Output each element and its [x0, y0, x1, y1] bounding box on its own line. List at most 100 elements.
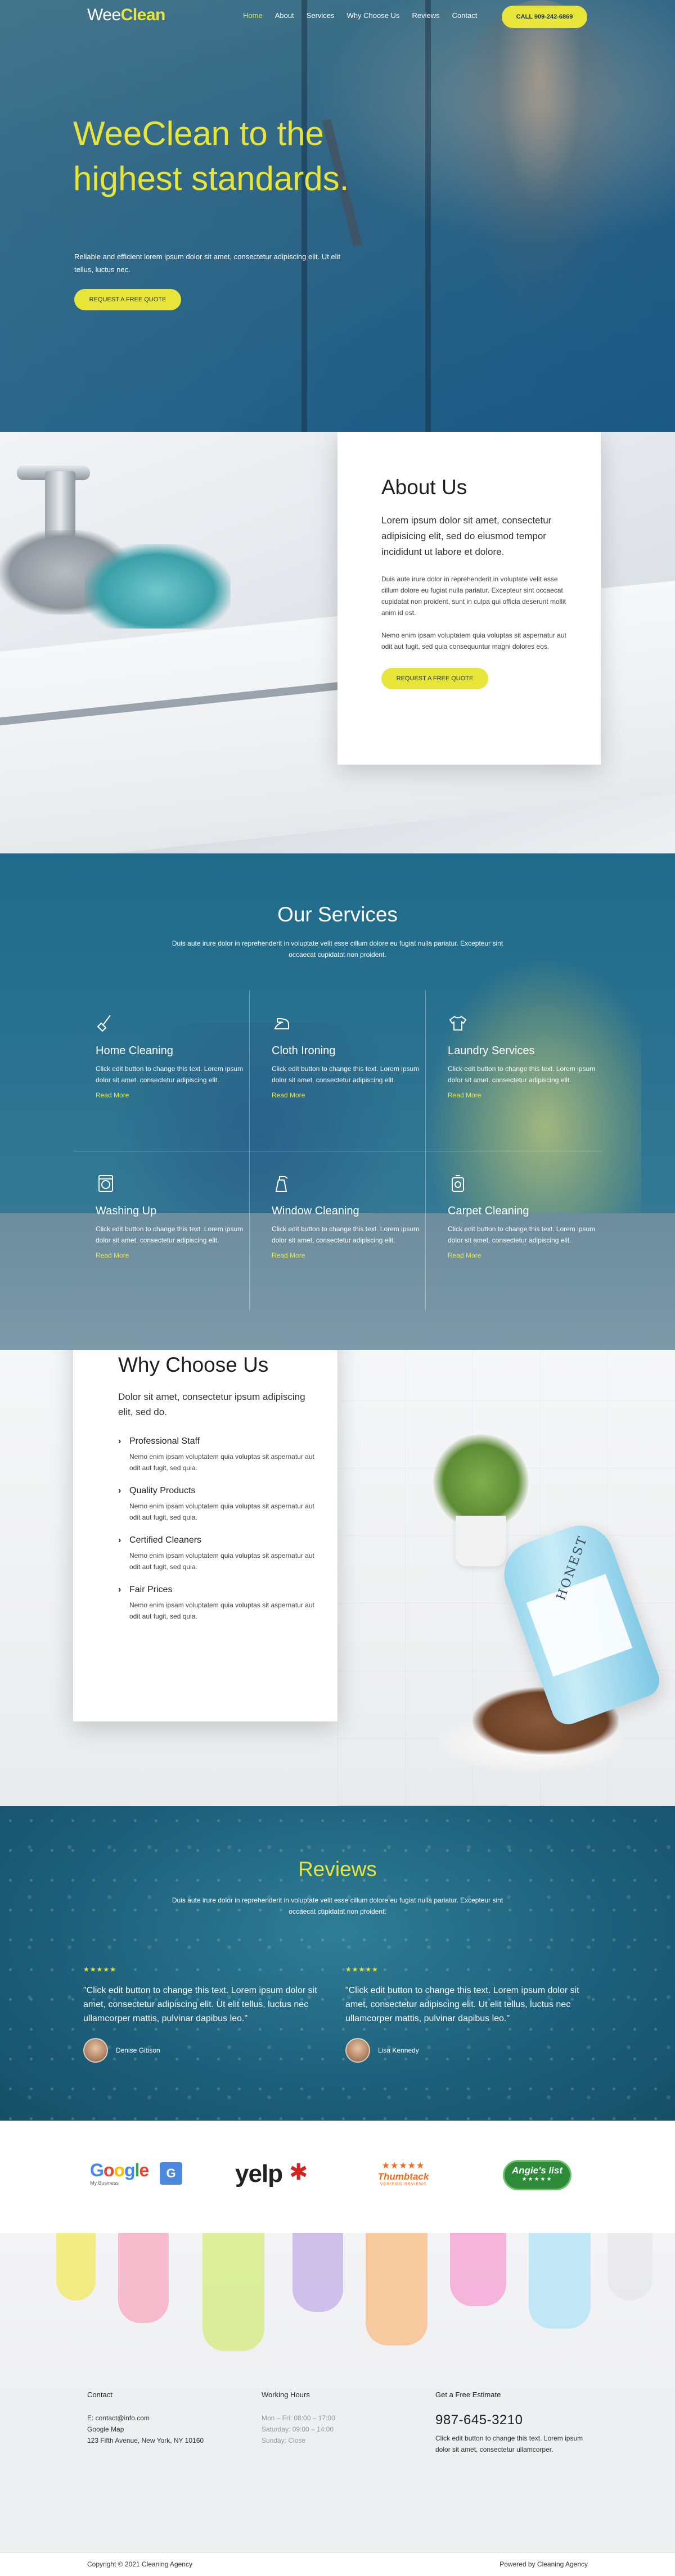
copyright: Copyright © 2021 Cleaning Agency	[87, 2560, 192, 2568]
nav-about[interactable]: About	[275, 11, 294, 20]
email-link[interactable]: E: contact@info.com	[87, 2412, 204, 2424]
why-item-title: Quality Products	[129, 1486, 196, 1495]
chevron-right-icon: ›	[118, 1436, 122, 1446]
why-item-title: Fair Prices	[129, 1585, 173, 1594]
hero-subtitle: Reliable and efficient lorem ipsum dolor…	[74, 252, 341, 274]
avatar	[345, 2038, 370, 2063]
logo-part: Wee	[87, 6, 121, 24]
star-rating: ★★★★★	[521, 2176, 553, 2182]
about-quote-button[interactable]: REQUEST A FREE QUOTE	[381, 668, 488, 689]
read-more-link[interactable]: Read More	[448, 1091, 481, 1099]
service-card: Laundry Services Click edit button to ch…	[448, 1013, 605, 1100]
service-text: Click edit button to change this text. L…	[96, 1065, 244, 1084]
hero-person-image	[439, 0, 641, 377]
why-item-text: Nemo enim ipsam voluptatem quia voluptas…	[129, 1552, 314, 1571]
google-letter: e	[139, 2160, 149, 2180]
reviews-subtitle: Duis aute irure dolor in reprehenderit i…	[172, 1896, 503, 1915]
footer-heading: Get a Free Estimate	[435, 2390, 501, 2399]
bottle-image	[292, 2233, 343, 2312]
read-more-link[interactable]: Read More	[448, 1251, 481, 1259]
service-title: Carpet Cleaning	[448, 1205, 529, 1217]
thumbtack-verified: VERIFIED REVIEWS	[380, 2182, 427, 2186]
why-item-text: Nemo enim ipsam voluptatem quia voluptas…	[129, 1601, 314, 1620]
powered-by: Powered by Cleaning Agency	[500, 2560, 588, 2568]
why-item: › Fair Prices Nemo enim ipsam voluptatem …	[118, 1585, 315, 1622]
why-item-title: Certified Cleaners	[129, 1535, 202, 1545]
star-rating: ★★★★★	[381, 2161, 425, 2171]
logo[interactable]: WeeClean	[87, 6, 165, 25]
phone-link[interactable]: 987-645-3210	[435, 2412, 593, 2428]
google-my-business-icon: G	[160, 2162, 182, 2185]
top-nav: WeeClean Home About Services Why Choose …	[0, 0, 675, 35]
hero-section: WeeClean Home About Services Why Choose …	[0, 0, 675, 432]
why-section: HONEST Why Choose Us Dolor sit amet, con…	[0, 1350, 675, 1806]
why-item: › Quality Products Nemo enim ipsam volupt…	[118, 1486, 315, 1523]
read-more-link[interactable]: Read More	[96, 1091, 129, 1099]
review-text: "Click edit button to change this text. …	[345, 1986, 579, 2023]
service-title: Washing Up	[96, 1205, 157, 1217]
chevron-right-icon: ›	[118, 1486, 122, 1495]
service-text: Click edit button to change this text. L…	[448, 1065, 596, 1084]
washer-icon	[98, 1175, 113, 1192]
bottle-image	[529, 2233, 591, 2329]
logo-part: Clean	[120, 6, 166, 24]
about-section: About Us Lorem ipsum dolor sit amet, con…	[0, 432, 675, 853]
angies-list-logo: Angie's list	[511, 2165, 562, 2176]
google-letter: G	[90, 2160, 104, 2180]
why-title: Why Choose Us	[118, 1353, 269, 1376]
review-card: ★★★★★ "Click edit button to change this …	[83, 1965, 320, 2063]
read-more-link[interactable]: Read More	[272, 1251, 305, 1259]
nav-services[interactable]: Services	[307, 11, 335, 20]
read-more-link[interactable]: Read More	[272, 1091, 305, 1099]
address: 123 Fifth Avenue, New York, NY 10160	[87, 2437, 204, 2444]
call-button[interactable]: CALL 909-242-6869	[502, 6, 587, 28]
bottle-image	[608, 2233, 652, 2301]
reviews-section: Reviews Duis aute irure dolor in reprehe…	[0, 1806, 675, 2121]
google-letter: o	[114, 2160, 125, 2180]
chevron-right-icon: ›	[118, 1585, 122, 1594]
services-subtitle: Duis aute irure dolor in reprehenderit i…	[172, 939, 503, 959]
hours-line: Mon – Fri: 08:00 – 17:00	[262, 2414, 335, 2422]
service-card: Washing Up Click edit button to change t…	[96, 1173, 253, 1260]
thumbtack-badge[interactable]: ★★★★★ Thumbtack VERIFIED REVIEWS	[372, 2160, 434, 2199]
why-item-title: Professional Staff	[129, 1436, 200, 1446]
google-badge-subtitle: My Business	[90, 2180, 119, 2186]
google-my-business-badge[interactable]: Google My Business G	[90, 2160, 191, 2199]
bottle-image	[56, 2233, 96, 2301]
why-item-text: Nemo enim ipsam voluptatem quia voluptas…	[129, 1453, 314, 1472]
about-paragraph: Nemo enim ipsam voluptatem quia voluptas…	[381, 631, 566, 650]
read-more-link[interactable]: Read More	[96, 1251, 129, 1259]
footer-hours: Working Hours Mon – Fri: 08:00 – 17:00 S…	[262, 2390, 335, 2446]
nav-reviews[interactable]: Reviews	[412, 11, 439, 20]
yelp-burst-icon: ✱	[289, 2160, 308, 2185]
iron-icon	[274, 1018, 289, 1029]
angies-list-badge[interactable]: Angie's list ★★★★★	[503, 2160, 572, 2190]
nav-contact[interactable]: Contact	[452, 11, 478, 20]
hero-quote-button[interactable]: REQUEST A FREE QUOTE	[74, 289, 181, 310]
map-link[interactable]: Google Map	[87, 2424, 204, 2435]
service-text: Click edit button to change this text. L…	[448, 1225, 596, 1244]
hours-line: Saturday: 09:00 – 14:00	[262, 2425, 334, 2433]
why-item-text: Nemo enim ipsam voluptatem quia voluptas…	[129, 1502, 314, 1521]
why-item: › Professional Staff Nemo enim ipsam volu…	[118, 1436, 315, 1474]
spray-icon	[275, 1176, 288, 1192]
service-text: Click edit button to change this text. L…	[96, 1225, 244, 1244]
service-text: Click edit button to change this text. L…	[272, 1225, 420, 1244]
service-card: Home Cleaning Click edit button to chang…	[96, 1013, 253, 1100]
nav-home[interactable]: Home	[243, 11, 263, 20]
avatar	[83, 2038, 108, 2063]
service-title: Laundry Services	[448, 1045, 535, 1057]
bottle-image	[202, 2233, 264, 2351]
pot-image	[456, 1516, 506, 1566]
footer-estimate: Get a Free Estimate 987-645-3210 Click e…	[435, 2390, 593, 2455]
bottle-image	[450, 2233, 506, 2306]
yelp-badge[interactable]: yelp ✱	[235, 2160, 314, 2199]
nav-why-choose-us[interactable]: Why Choose Us	[347, 11, 400, 20]
service-title: Cloth Ironing	[272, 1045, 336, 1057]
cloth-image	[84, 544, 231, 629]
footer-contact: Contact E: contact@info.com Google Map 1…	[87, 2390, 204, 2446]
about-title: About Us	[381, 476, 467, 499]
service-card: Window Cleaning Click edit button to cha…	[272, 1173, 429, 1260]
badges-section: Google My Business G yelp ✱ ★★★★★ Thumbt…	[0, 2121, 675, 2233]
services-grid: Home Cleaning Click edit button to chang…	[73, 991, 602, 1311]
